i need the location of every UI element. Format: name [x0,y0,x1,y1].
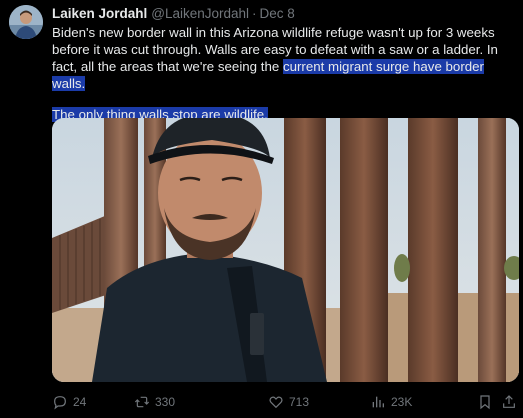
views-count: 23K [391,395,413,409]
tweet-header: Laiken Jordahl @LaikenJordahl · Dec 8 [52,6,295,22]
author-handle[interactable]: @LaikenJordahl [151,6,249,21]
repost-count: 330 [155,395,176,409]
reply-icon [54,396,66,410]
tweet-actions: 24 330 713 23K [52,393,517,411]
repost-button[interactable]: 330 [134,393,175,411]
repost-icon [134,396,150,408]
avatar[interactable] [9,5,43,39]
bookmark-button[interactable] [477,393,493,411]
reply-button[interactable]: 24 [52,393,86,411]
tweet-paragraph-1: Biden's new border wall in this Arizona … [52,24,520,92]
reply-count: 24 [73,395,87,409]
tweet-video[interactable] [52,118,519,382]
author-name[interactable]: Laiken Jordahl [52,6,147,21]
like-button[interactable]: 713 [268,393,309,411]
tweet-date[interactable]: Dec 8 [260,6,295,21]
like-icon [269,396,283,409]
bookmark-icon [480,395,490,410]
views-button[interactable]: 23K [370,393,412,411]
share-button[interactable] [501,393,517,411]
separator-dot: · [252,6,257,21]
tweet-text: Biden's new border wall in this Arizona … [52,24,520,123]
views-icon [372,396,384,408]
share-icon [503,395,515,408]
like-count: 713 [289,395,310,409]
